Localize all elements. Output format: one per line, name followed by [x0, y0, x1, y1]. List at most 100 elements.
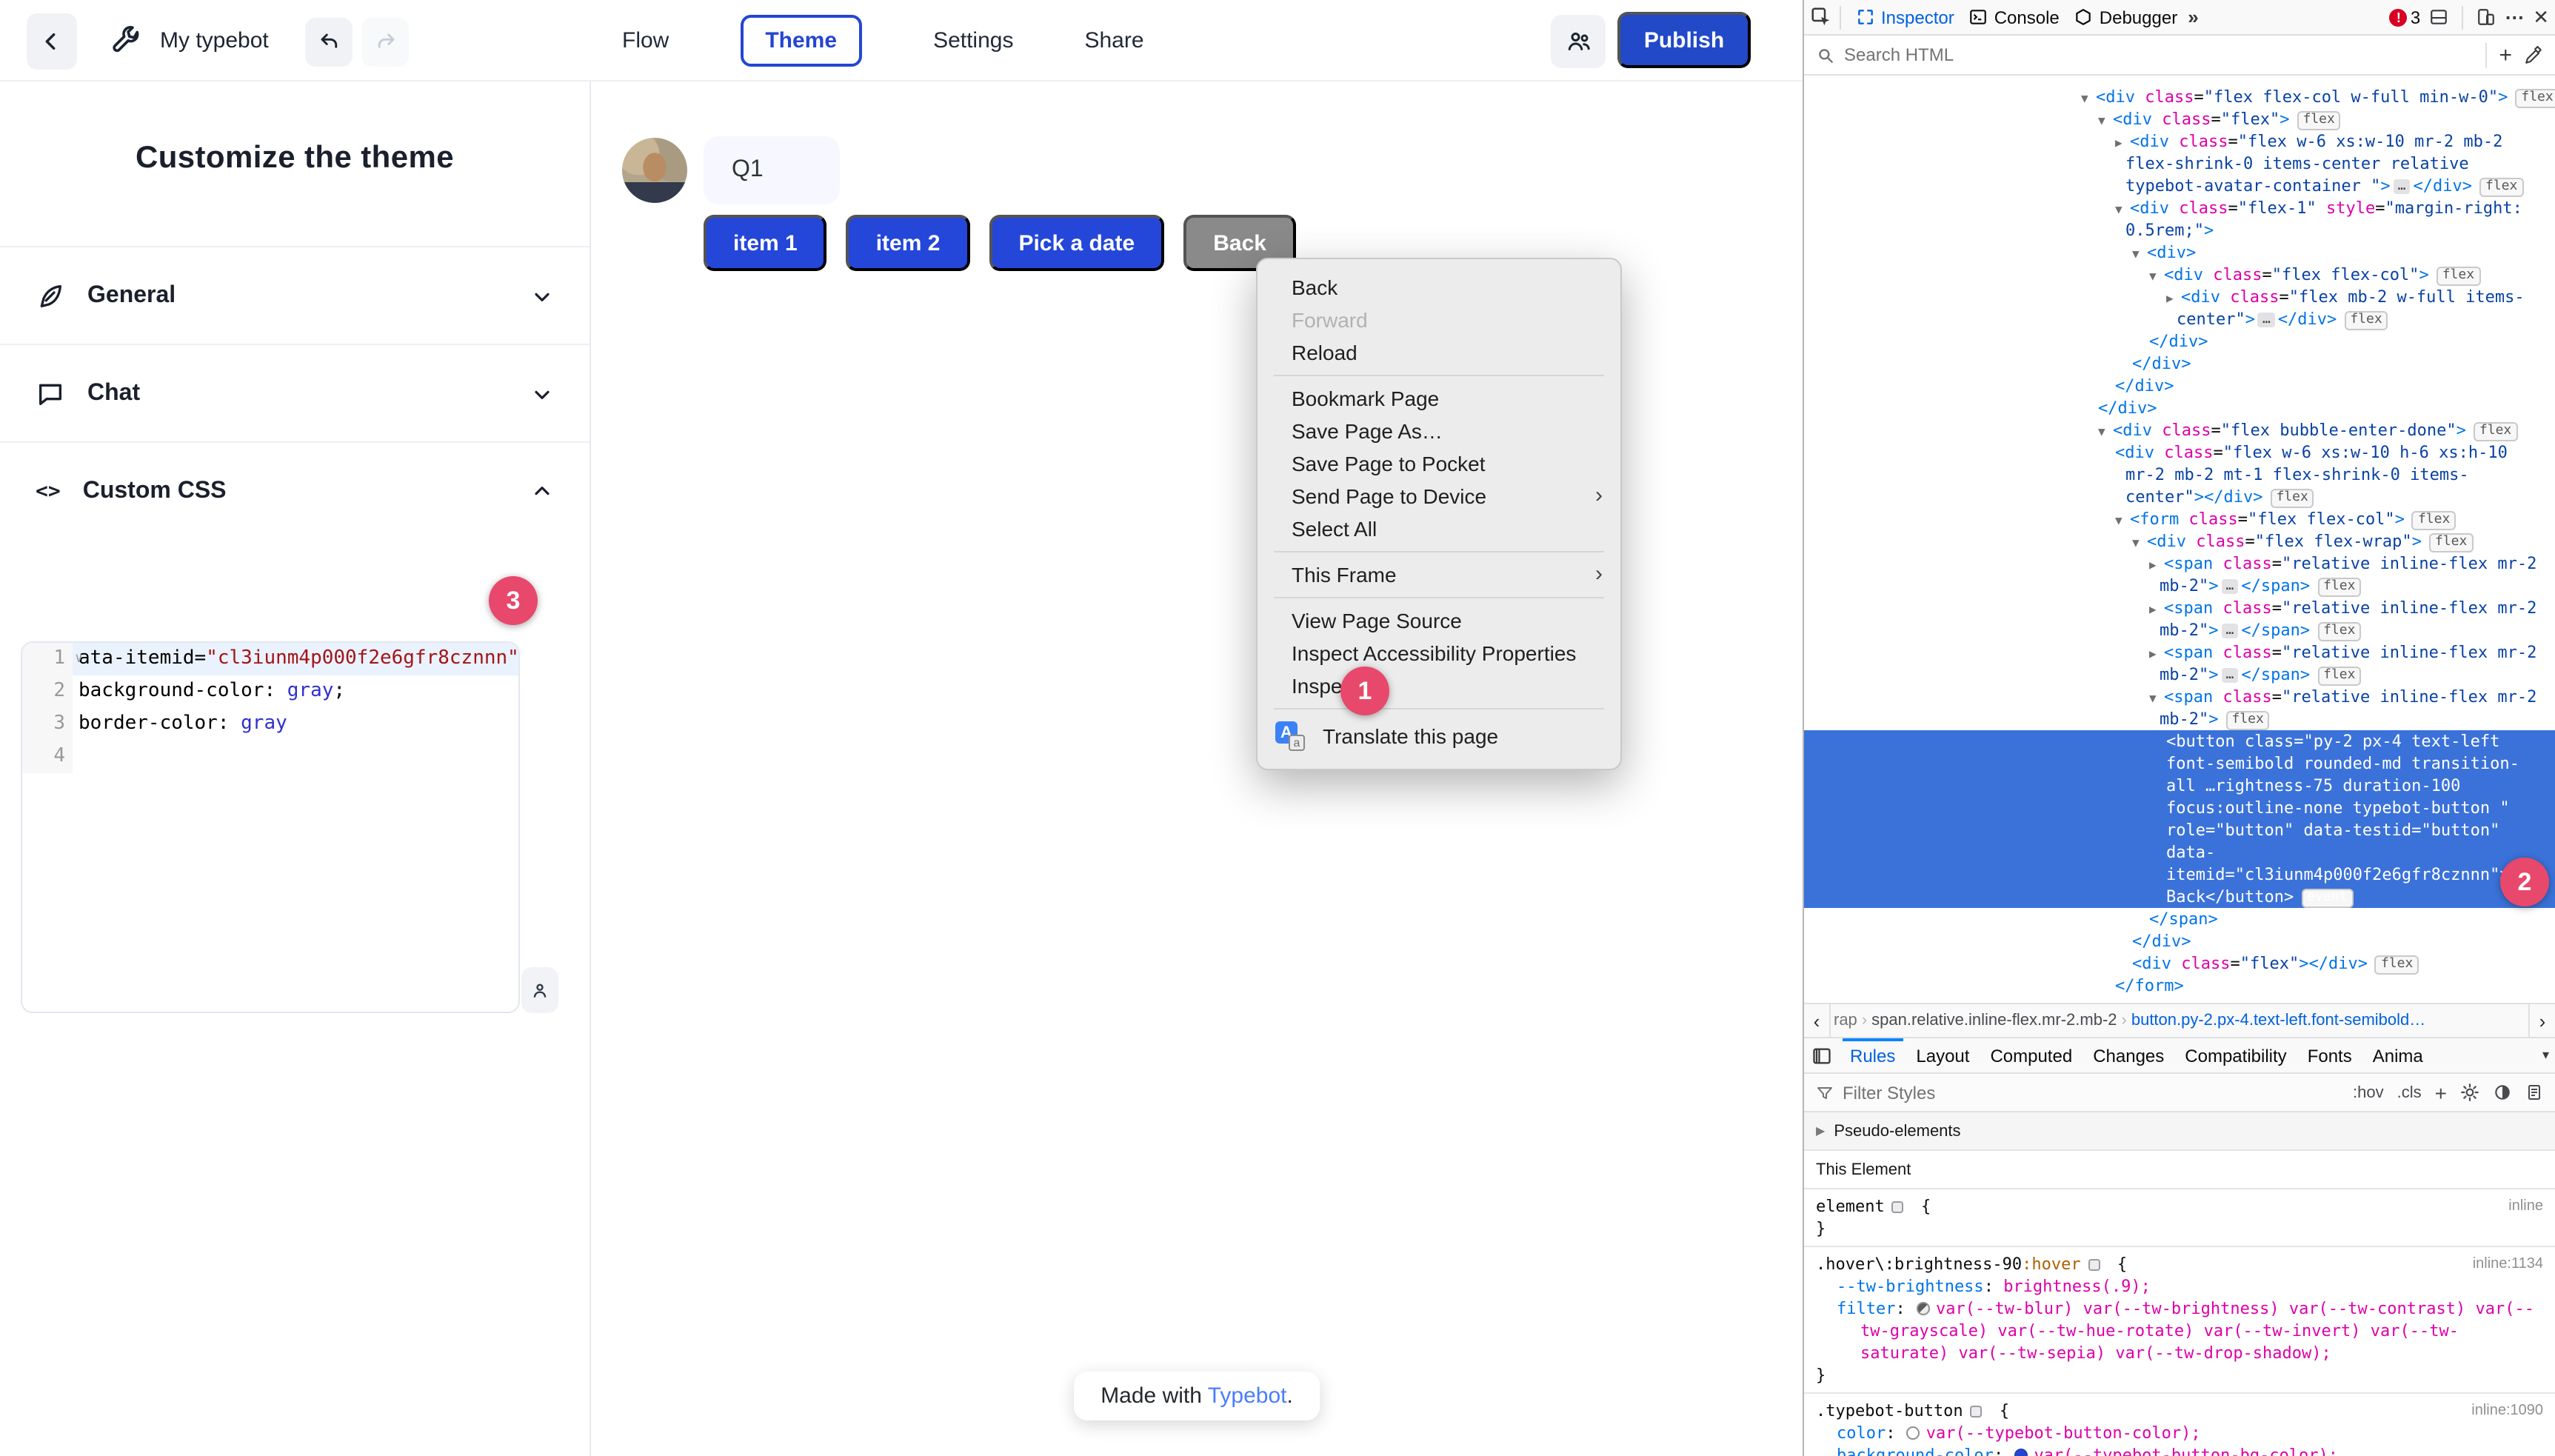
markup-line[interactable]: mb-2">flex [1804, 708, 2555, 730]
markup-line[interactable]: data- [1804, 841, 2555, 864]
css-declaration[interactable]: filter: var(--tw-blur) var(--tw-brightne… [1816, 1298, 2543, 1364]
markup-line[interactable]: font-semibold rounded-md transition- [1804, 752, 2555, 775]
menu-item-save-page-as-[interactable]: Save Page As… [1258, 415, 1620, 447]
menu-item-reload[interactable]: Reload [1258, 336, 1620, 369]
stylesheet-icon[interactable] [2525, 1083, 2543, 1102]
markup-line[interactable]: </form> [1804, 975, 2555, 997]
publish-button[interactable]: Publish [1617, 12, 1751, 68]
markup-line[interactable]: ▼<div class="flex">flex [1804, 108, 2555, 130]
custom-css-editor[interactable]: 1∨ata-itemid="cl3iunm4p000f2e6gfr8cznnn"… [21, 641, 520, 1013]
markup-line[interactable]: ▼<div class="flex-1" style="margin-right… [1804, 197, 2555, 219]
rule-highlighter-icon[interactable] [1971, 1406, 1983, 1417]
panel-tab-fonts[interactable]: Fonts [2297, 1038, 2362, 1072]
rule-highlighter-icon[interactable] [2088, 1259, 2100, 1271]
rule-source-link[interactable]: inline:1134 [2473, 1253, 2543, 1275]
breadcrumb-item[interactable]: rap [1834, 1012, 1857, 1029]
toggle-cls[interactable]: .cls [2397, 1083, 2422, 1101]
markup-line[interactable]: focus:outline-none typebot-button " [1804, 797, 2555, 819]
markup-line[interactable]: center">…</div>flex [1804, 308, 2555, 330]
markup-line[interactable]: ▼<form class="flex flex-col">flex [1804, 508, 2555, 530]
markup-line[interactable]: <div class="flex w-6 xs:w-10 h-6 xs:h-10 [1804, 441, 2555, 464]
panel-tab-rules[interactable]: Rules [1840, 1038, 1906, 1072]
rule-highlighter-icon[interactable] [1892, 1201, 1904, 1213]
css-declaration[interactable]: color: var(--typebot-button-color); [1816, 1422, 2543, 1444]
color-swatch-blue[interactable] [2014, 1449, 2028, 1456]
markup-line[interactable]: </div> [1804, 330, 2555, 353]
pick-element-icon[interactable] [1810, 6, 1832, 28]
sidebar-section-general[interactable]: General [0, 246, 590, 344]
markup-line[interactable]: ▼<div> [1804, 241, 2555, 264]
rule-source-link[interactable]: inline [2508, 1195, 2543, 1218]
menu-item-translate-this-page[interactable]: AaTranslate this page [1258, 715, 1620, 757]
light-theme-icon[interactable] [2460, 1083, 2479, 1102]
tab-settings[interactable]: Settings [933, 28, 1013, 53]
chat-button-item-2[interactable]: item 2 [846, 215, 970, 271]
color-swatch-empty[interactable] [1907, 1426, 1920, 1440]
menu-item-select-all[interactable]: Select All [1258, 512, 1620, 545]
sidebar-toggle-icon[interactable] [1804, 1045, 1840, 1066]
markup-line[interactable]: typebot-avatar-container ">…</div>flex [1804, 175, 2555, 197]
avatar-scope-button[interactable] [521, 967, 558, 1013]
redo-button[interactable] [361, 18, 409, 67]
panel-tab-anima[interactable]: Anima [2362, 1038, 2434, 1072]
add-node-icon[interactable]: + [2499, 42, 2512, 67]
markup-line[interactable]: ▶<span class="relative inline-flex mr-2 [1804, 597, 2555, 619]
filter-styles-bar[interactable]: Filter Styles :hov.cls + [1804, 1074, 2555, 1112]
markup-line[interactable]: ▼<span class="relative inline-flex mr-2 [1804, 686, 2555, 708]
markup-line[interactable]: ▶<div class="flex w-6 xs:w-10 mr-2 mb-2 [1804, 130, 2555, 153]
sidebar-section-custom-css[interactable]: <>Custom CSS [0, 441, 590, 539]
panel-tab-computed[interactable]: Computed [1980, 1038, 2083, 1072]
toggle-hov[interactable]: :hov [2353, 1083, 2384, 1101]
add-rule-icon[interactable]: + [2435, 1081, 2447, 1104]
markup-line[interactable]: ▶<span class="relative inline-flex mr-2 [1804, 552, 2555, 575]
devtools-tab-debugger[interactable]: Debugger [2067, 0, 2185, 34]
collaborators-button[interactable] [1551, 15, 1606, 68]
markup-line[interactable]: flex-shrink-0 items-center relative [1804, 153, 2555, 175]
dropdown-icon[interactable]: ▾ [2542, 1047, 2555, 1063]
markup-line[interactable]: <button class="py-2 px-4 text-left [1804, 730, 2555, 752]
color-swatch-filter[interactable] [1917, 1302, 1930, 1315]
markup-line[interactable]: </div> [1804, 930, 2555, 952]
markup-line[interactable]: ▼<div class="flex flex-col w-full min-w-… [1804, 86, 2555, 108]
markup-line[interactable]: ▼<div class="flex flex-wrap">flex [1804, 530, 2555, 552]
breadcrumb-back-icon[interactable]: ‹ [1804, 1004, 1831, 1037]
undo-button[interactable] [305, 18, 353, 67]
breadcrumb-item[interactable]: button.py-2.px-4.text-left.font-semibold… [2131, 1012, 2425, 1029]
devtools-tab-inspector[interactable]: Inspector [1848, 0, 1962, 34]
sidebar-section-chat[interactable]: Chat [0, 344, 590, 441]
markup-line[interactable]: 0.5rem;"> [1804, 219, 2555, 241]
panel-tab-layout[interactable]: Layout [1906, 1038, 1980, 1072]
css-declaration[interactable]: --tw-brightness: brightness(.9); [1816, 1275, 2543, 1298]
chat-button-item-1[interactable]: item 1 [704, 215, 827, 271]
css-rule[interactable]: inline:1134.hover\:brightness-90:hover {… [1804, 1247, 2555, 1394]
markup-line[interactable]: <div class="flex"></div>flex [1804, 952, 2555, 975]
print-media-icon[interactable] [2493, 1083, 2512, 1102]
markup-line[interactable]: </span> [1804, 908, 2555, 930]
markup-line[interactable]: mb-2">…</span>flex [1804, 575, 2555, 597]
markup-line[interactable]: itemid="cl3iunm4p000f2e6gfr8cznnn"> [1804, 864, 2555, 886]
eyedropper-icon[interactable] [2524, 45, 2543, 64]
menu-item-inspect[interactable]: Inspect [1258, 669, 1620, 702]
devtools-search[interactable]: Search HTML + [1804, 36, 2555, 76]
breadcrumb-item[interactable]: span.relative.inline-flex.mr-2.mb-2 [1871, 1012, 2117, 1029]
breadcrumb-forward-icon[interactable]: › [2528, 1004, 2555, 1037]
css-rules-panel[interactable]: inlineelement {}inline:1134.hover\:brigh… [1804, 1189, 2555, 1456]
more-tabs-icon[interactable]: » [2188, 6, 2198, 28]
back-button[interactable] [27, 13, 77, 70]
error-count[interactable]: ! 3 [2390, 7, 2420, 27]
markup-line[interactable]: </div> [1804, 397, 2555, 419]
tab-flow[interactable]: Flow [622, 28, 669, 53]
markup-line[interactable]: ▶<div class="flex mb-2 w-full items- [1804, 286, 2555, 308]
markup-line[interactable]: center"></div>flex [1804, 486, 2555, 508]
close-icon[interactable]: ✕ [2533, 5, 2549, 29]
markup-line[interactable]: all …rightness-75 duration-100 [1804, 775, 2555, 797]
typebot-link[interactable]: Typebot [1208, 1383, 1287, 1409]
panel-tab-changes[interactable]: Changes [2083, 1038, 2174, 1072]
markup-line[interactable]: role="button" data-testid="button" [1804, 819, 2555, 841]
markup-line[interactable]: mb-2">…</span>flex [1804, 619, 2555, 641]
split-console-icon[interactable] [2429, 7, 2448, 27]
css-rule[interactable]: inline:1090.typebot-button {color: var(-… [1804, 1394, 2555, 1456]
markup-line[interactable]: </div> [1804, 375, 2555, 397]
markup-line[interactable]: ▼<div class="flex bubble-enter-done">fle… [1804, 419, 2555, 441]
menu-item-back[interactable]: Back [1258, 271, 1620, 304]
